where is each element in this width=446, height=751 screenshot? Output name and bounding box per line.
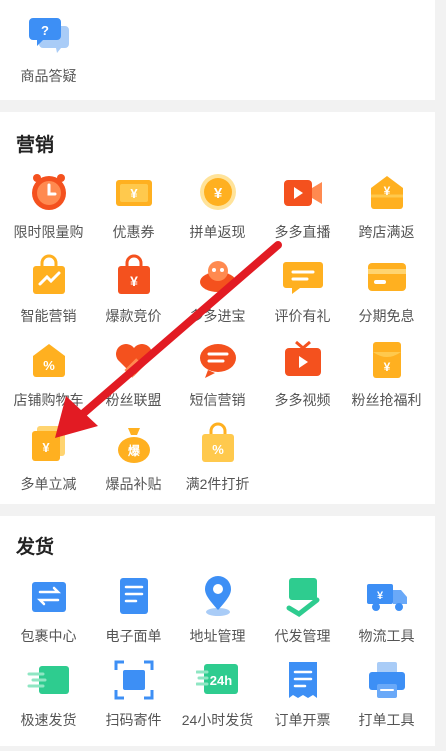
item-store-cart[interactable]: % 店铺购物车 (5, 338, 92, 418)
item-address-management[interactable]: 地址管理 (174, 574, 261, 654)
svg-text:¥: ¥ (383, 184, 390, 198)
red-envelope-icon: ¥ (372, 342, 401, 378)
marketing-section: 营销 限时限量购 ¥ 优惠券 ¥ 拼单返现 多多直播 ¥ 跨店满返 智能营销 ¥… (0, 112, 435, 504)
item-discount-2-items[interactable]: % 满2件打折 (174, 422, 261, 502)
scan-code-icon (114, 660, 153, 700)
item-flash-sale[interactable]: 限时限量购 (5, 170, 92, 250)
tv-play-icon (284, 340, 321, 376)
item-logistics-tools[interactable]: ¥ 物流工具 (343, 574, 430, 654)
item-smart-marketing[interactable]: 智能营销 (5, 254, 92, 334)
shipping-title: 发货 (16, 537, 55, 558)
bid-bag-icon: ¥ (117, 254, 150, 294)
qa-label: 商品答疑 (20, 68, 77, 84)
item-hot-bid[interactable]: ¥ 爆款竞价 (90, 254, 177, 334)
truck-icon: ¥ (366, 584, 407, 611)
dropship-box-icon (286, 578, 319, 618)
qa-item[interactable]: ? 商品答疑 (5, 14, 92, 94)
svg-text:¥: ¥ (130, 186, 138, 201)
treasure-icon (199, 261, 236, 292)
fan-heart-icon (115, 344, 152, 378)
item-duoduo-jinbao[interactable]: 多多进宝 (174, 254, 261, 334)
multi-order-discount-icon: ¥ (31, 426, 65, 461)
item-live[interactable]: 多多直播 (259, 170, 346, 250)
item-installment[interactable]: 分期免息 (343, 254, 430, 334)
item-duoduo-video[interactable]: 多多视频 (259, 338, 346, 418)
item-package-center[interactable]: 包裹中心 (5, 574, 92, 654)
item-review-gift[interactable]: 评价有礼 (259, 254, 346, 334)
location-pin-icon (204, 576, 231, 616)
svg-text:¥: ¥ (130, 273, 138, 289)
svg-text:?: ? (41, 23, 49, 38)
money-bag-icon: 爆 (117, 428, 150, 463)
cross-store-tag-icon: ¥ (370, 176, 403, 209)
item-fast-shipping[interactable]: 极速发货 (5, 658, 92, 738)
svg-text:24h: 24h (209, 673, 231, 688)
24h-icon: 24h (195, 664, 238, 694)
svg-text:¥: ¥ (383, 360, 390, 374)
item-fan-welfare[interactable]: ¥ 粉丝抢福利 (343, 338, 430, 418)
credit-card-icon (367, 263, 406, 291)
item-cross-store[interactable]: ¥ 跨店满返 (343, 170, 430, 250)
invoice-icon (288, 662, 317, 698)
review-bubble-icon (282, 262, 323, 294)
coupon-icon: ¥ (115, 180, 152, 206)
sms-bubble-icon (199, 344, 236, 378)
live-camera-icon (283, 180, 322, 206)
e-waybill-icon (119, 578, 148, 614)
item-scan-send[interactable]: 扫码寄件 (90, 658, 177, 738)
cashback-coin-icon: ¥ (199, 174, 236, 210)
discount-bag-icon: % (201, 422, 234, 462)
top-card: ? 商品答疑 (0, 0, 435, 100)
item-coupon[interactable]: ¥ 优惠券 (90, 170, 177, 250)
svg-text:%: % (212, 442, 224, 457)
svg-text:¥: ¥ (213, 185, 222, 202)
item-sms-marketing[interactable]: 短信营销 (174, 338, 261, 418)
fast-ship-icon (27, 666, 69, 694)
printer-icon (368, 662, 405, 698)
store-cart-tag-icon: % (32, 344, 65, 377)
item-hot-subsidy[interactable]: 爆 爆品补贴 (90, 422, 177, 502)
package-center-icon (31, 582, 66, 612)
smart-bag-icon (32, 254, 65, 294)
item-24h-shipping[interactable]: 24h 24小时发货 (174, 658, 261, 738)
item-dropship-management[interactable]: 代发管理 (259, 574, 346, 654)
item-multi-order-discount[interactable]: ¥ 多单立减 (5, 422, 92, 502)
item-fan-alliance[interactable]: 粉丝联盟 (90, 338, 177, 418)
item-cashback[interactable]: ¥ 拼单返现 (174, 170, 261, 250)
qa-bubble-icon: ? (28, 18, 69, 53)
item-order-invoice[interactable]: 订单开票 (259, 658, 346, 738)
svg-text:¥: ¥ (376, 590, 383, 602)
item-e-waybill[interactable]: 电子面单 (90, 574, 177, 654)
svg-text:爆: 爆 (127, 443, 140, 458)
clock-icon (31, 174, 66, 210)
shipping-section: 发货 包裹中心 电子面单 地址管理 代发管理 ¥ 物流工具 极速发货 扫码寄件 … (0, 516, 435, 746)
item-print-tool[interactable]: 打单工具 (343, 658, 430, 738)
svg-text:%: % (43, 358, 55, 373)
svg-text:¥: ¥ (42, 440, 50, 455)
marketing-title: 营销 (16, 135, 55, 156)
